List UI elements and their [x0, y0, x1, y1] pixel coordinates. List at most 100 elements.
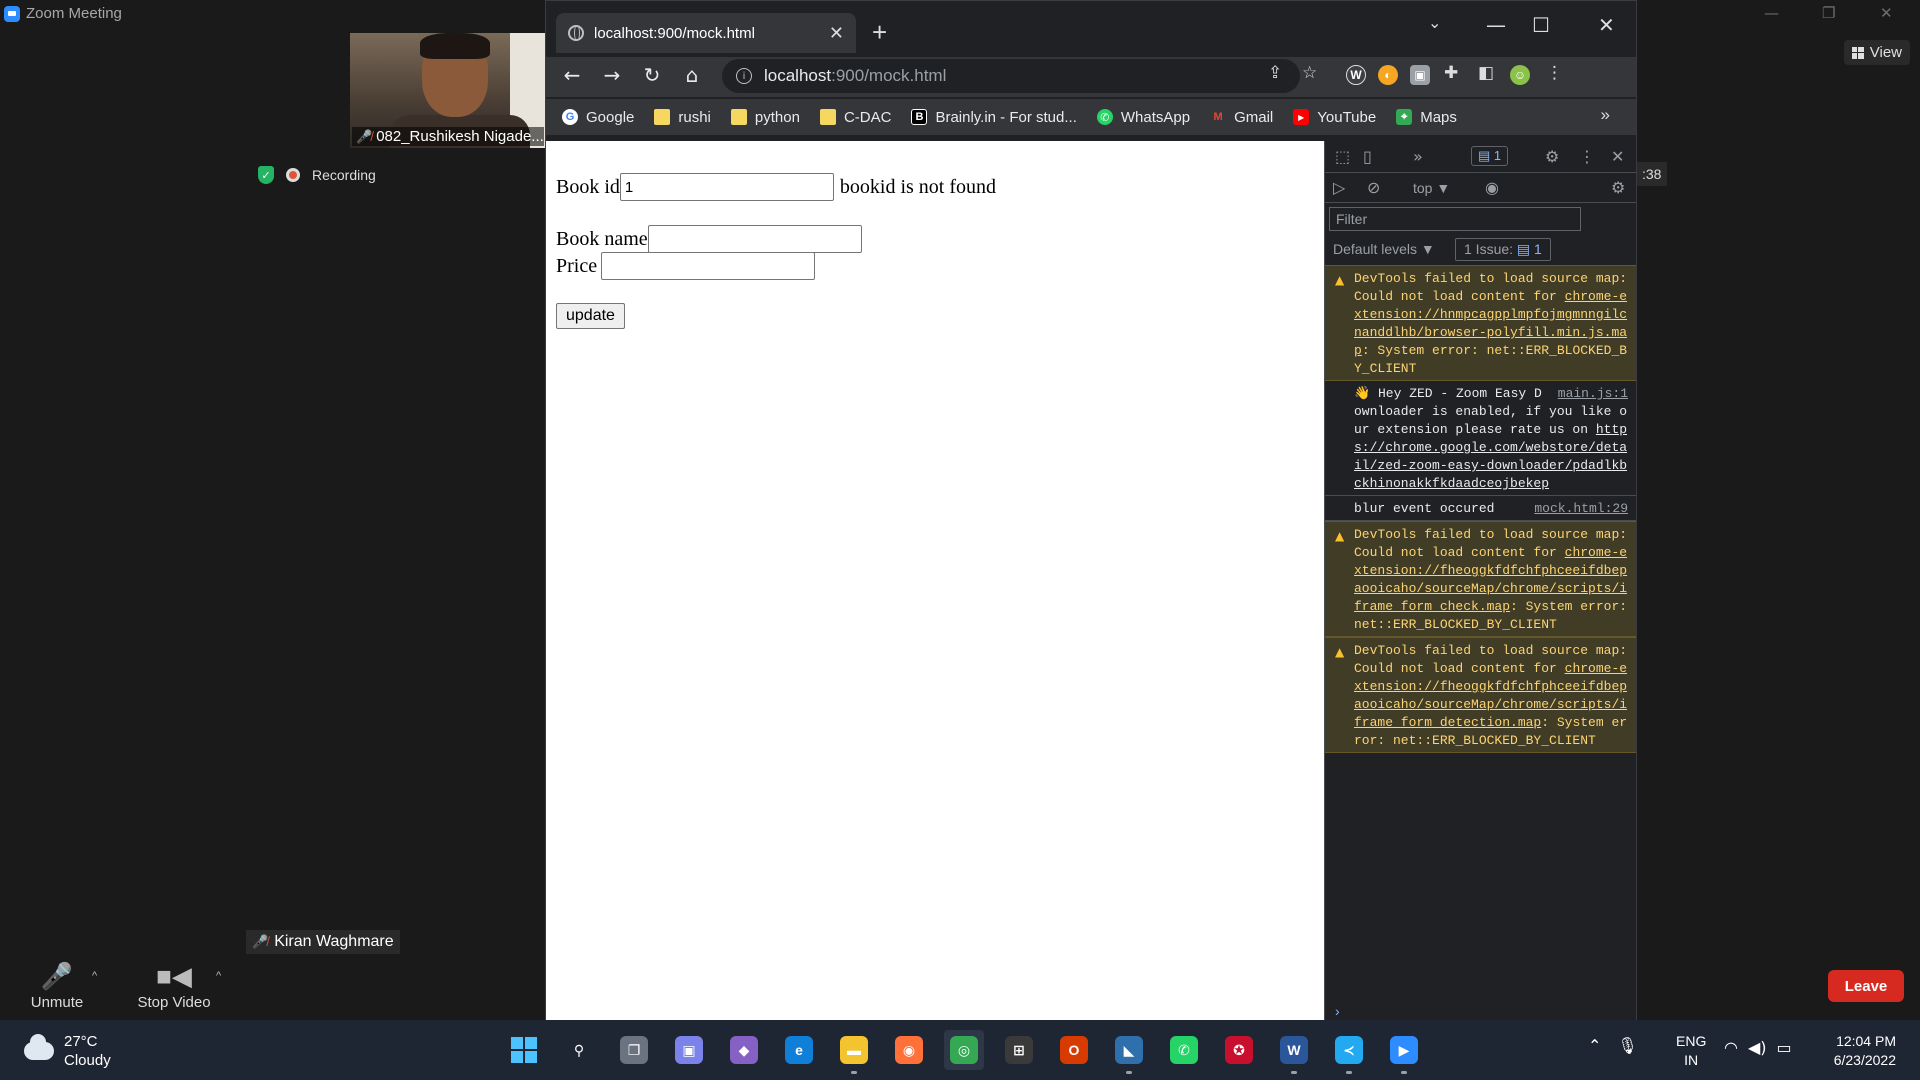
start-button[interactable]: [504, 1030, 544, 1070]
stop-video-label: Stop Video: [137, 994, 211, 1011]
new-tab-icon[interactable]: +: [872, 17, 887, 48]
extension-w-icon[interactable]: W: [1346, 65, 1366, 85]
address-bar[interactable]: i localhost:900/mock.html: [722, 59, 1300, 93]
bookmark-gmail[interactable]: M Gmail: [1210, 109, 1273, 126]
more-bookmarks-icon[interactable]: »: [1601, 105, 1610, 125]
quick-settings[interactable]: ◠ ◀) ▭: [1724, 1038, 1792, 1057]
bookmark-youtube[interactable]: ▶ YouTube: [1293, 109, 1376, 126]
back-icon[interactable]: ←: [558, 63, 586, 87]
language-indicator[interactable]: ENG IN: [1676, 1032, 1706, 1070]
home-icon[interactable]: ⌂: [678, 63, 706, 87]
context-selector[interactable]: top ▼: [1413, 180, 1450, 196]
bookmark-brainly[interactable]: B Brainly.in - For stud...: [911, 109, 1077, 126]
stop-video-button[interactable]: ■◀ Stop Video: [134, 958, 214, 1012]
console-filter-input[interactable]: Filter: [1329, 207, 1581, 231]
zoom-close-icon[interactable]: ✕: [1880, 4, 1893, 22]
book-id-input[interactable]: [619, 173, 834, 201]
share-icon[interactable]: ⇪: [1268, 63, 1282, 83]
side-panel-icon[interactable]: ◧: [1478, 63, 1494, 83]
task-view-button[interactable]: ❐: [614, 1030, 654, 1070]
word-app[interactable]: W: [1274, 1030, 1314, 1074]
tab-mock-html[interactable]: localhost:900/mock.html ✕: [556, 13, 856, 53]
sidebar-toggle-icon[interactable]: ▷: [1333, 178, 1345, 197]
console-prompt-icon[interactable]: ›: [1335, 1003, 1340, 1019]
bookmark-star-icon[interactable]: ☆: [1302, 63, 1317, 83]
whatsapp-app[interactable]: ✆: [1164, 1030, 1204, 1070]
site-info-icon[interactable]: i: [736, 68, 752, 84]
book-name-input[interactable]: [647, 225, 862, 253]
task-view-icon: ❐: [620, 1036, 648, 1064]
devtools-menu-icon[interactable]: ⋮: [1579, 147, 1595, 166]
tab-search-chevron-icon[interactable]: ⌄: [1428, 13, 1441, 32]
weather-widget[interactable]: 27°C Cloudy: [24, 1032, 111, 1070]
encryption-shield-icon[interactable]: ✓: [258, 166, 274, 184]
search-button[interactable]: ⚲: [559, 1030, 599, 1070]
zoom-restore-icon[interactable]: ❐: [1822, 4, 1835, 22]
devtools-close-icon[interactable]: ✕: [1611, 147, 1624, 166]
participant-video-tile[interactable]: 🎤̸ 082_Rushikesh Nigade...: [350, 33, 546, 148]
inspect-element-icon[interactable]: ⬚: [1335, 147, 1350, 166]
extensions-puzzle-icon[interactable]: ✚: [1444, 63, 1458, 83]
zoom-app[interactable]: ▶: [1384, 1030, 1424, 1074]
antivirus-app[interactable]: ✪: [1219, 1030, 1259, 1070]
minimize-icon[interactable]: —: [1486, 13, 1506, 37]
sql-app[interactable]: ◣: [1109, 1030, 1149, 1074]
firefox-app[interactable]: ◉: [889, 1030, 929, 1070]
more-tabs-icon[interactable]: »: [1413, 147, 1423, 166]
edge-app[interactable]: e: [779, 1030, 819, 1070]
console-messages: ▲ DevTools failed to load source map: Cou…: [1325, 265, 1636, 753]
visual-studio-app[interactable]: ◆: [724, 1030, 764, 1070]
teams-chat-app[interactable]: ▣: [669, 1030, 709, 1070]
close-window-icon[interactable]: ✕: [1598, 13, 1615, 37]
log-levels-dropdown[interactable]: Default levels ▼: [1333, 241, 1435, 257]
bookmark-folder-cdac[interactable]: C-DAC: [819, 109, 891, 126]
profile-avatar[interactable]: ☺: [1510, 65, 1530, 85]
temperature: 27°C: [64, 1033, 98, 1050]
zoom-minimize-icon[interactable]: —: [1764, 4, 1779, 22]
message-source-link[interactable]: main.js:1: [1558, 385, 1628, 403]
file-explorer-app[interactable]: ▬: [834, 1030, 874, 1074]
message-text: blur event occured: [1354, 501, 1495, 516]
maximize-icon[interactable]: ☐: [1532, 13, 1550, 37]
office-icon: O: [1060, 1036, 1088, 1064]
issues-badge[interactable]: ▤ 1: [1471, 146, 1509, 166]
store-app[interactable]: ⊞: [999, 1030, 1039, 1070]
bookmark-maps[interactable]: ⌖ Maps: [1396, 109, 1457, 126]
leave-button[interactable]: Leave: [1828, 970, 1904, 1002]
audio-options-caret-icon[interactable]: ^: [92, 970, 97, 982]
video-options-caret-icon[interactable]: ^: [216, 970, 221, 982]
extension-orange-icon[interactable]: ◐: [1378, 65, 1398, 85]
cloud-icon: [24, 1034, 54, 1060]
settings-gear-icon[interactable]: ⚙: [1545, 147, 1559, 166]
update-button[interactable]: update: [556, 303, 625, 329]
chrome-app[interactable]: ◎: [944, 1030, 984, 1070]
office-app[interactable]: O: [1054, 1030, 1094, 1070]
bookmark-folder-python[interactable]: python: [730, 109, 800, 126]
microphone-icon[interactable]: 🎙: [1617, 1036, 1637, 1055]
levels-label: Default levels: [1333, 241, 1418, 257]
price-input[interactable]: [601, 252, 816, 280]
unmute-button[interactable]: 🎤 Unmute: [24, 958, 90, 1012]
bookmark-whatsapp[interactable]: ✆ WhatsApp: [1096, 109, 1190, 126]
url-path: :900/mock.html: [831, 66, 947, 85]
reload-icon[interactable]: ↻: [638, 63, 666, 87]
url-host: localhost: [764, 66, 832, 85]
clock[interactable]: 12:04 PM 6/23/2022: [1820, 1032, 1896, 1070]
chrome-menu-icon[interactable]: ⋮: [1546, 63, 1563, 83]
other-participant-label: 🎤̸ Kiran Waghmare: [246, 930, 400, 954]
bookmark-google[interactable]: G Google: [562, 109, 634, 126]
bookmark-folder-rushi[interactable]: rushi: [654, 109, 711, 126]
message-source-link[interactable]: mock.html:29: [1534, 500, 1628, 518]
issue-chip[interactable]: 1 Issue: ▤ 1: [1455, 238, 1551, 261]
show-hidden-icons-chevron-icon[interactable]: ⌃: [1588, 1036, 1601, 1055]
warning-icon: ▲: [1335, 529, 1345, 543]
device-toolbar-icon[interactable]: ▯: [1363, 147, 1372, 166]
live-expression-eye-icon[interactable]: ◉: [1485, 178, 1499, 197]
tab-close-icon[interactable]: ✕: [829, 23, 844, 44]
forward-icon[interactable]: →: [598, 63, 626, 87]
view-button[interactable]: View: [1843, 40, 1910, 65]
clear-console-icon[interactable]: ⊘: [1367, 178, 1380, 197]
console-settings-icon[interactable]: ⚙: [1611, 178, 1625, 197]
extension-gray-icon[interactable]: ▣: [1410, 65, 1430, 85]
vscode-app[interactable]: ≺: [1329, 1030, 1369, 1074]
